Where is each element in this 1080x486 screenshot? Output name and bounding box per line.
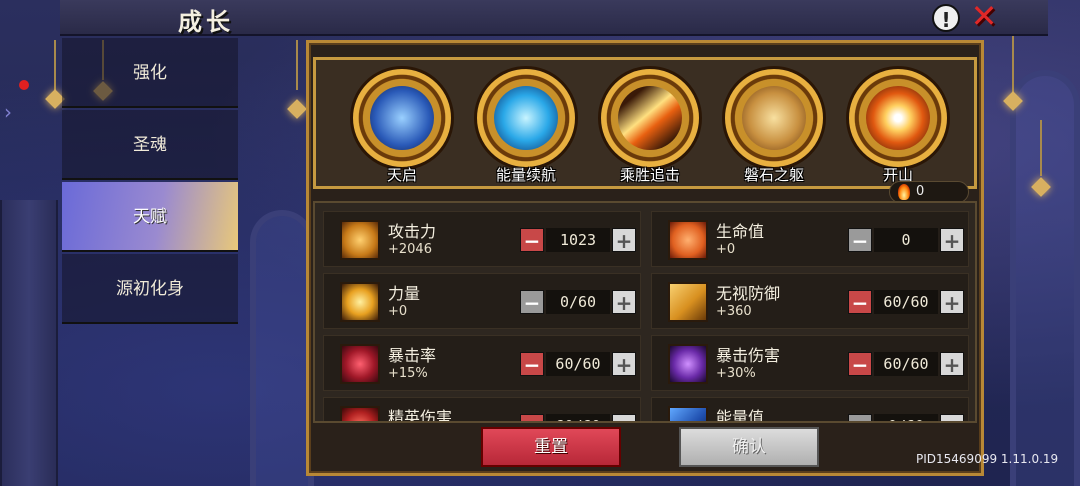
confirm-button[interactable]: 确认 [679,427,819,467]
flame-icon [898,184,910,200]
sidebar-item-enhance[interactable]: 强化 [62,38,238,108]
hp-value: 0 [874,228,938,252]
attack-plus-button[interactable]: + [612,228,636,253]
stat-row-energy: 能量值 − 0/60 + [651,397,969,421]
burst-icon [340,282,380,322]
notification-dot [19,80,29,90]
ignore-defense-value: 60/60 [874,290,938,314]
skill-energy-sustain[interactable]: 能量续航 [470,66,582,190]
skill-fire-burst-icon [866,86,930,150]
crit-rate-value: 60/60 [546,352,610,376]
elite-damage-minus-button[interactable]: − [520,414,544,421]
talent-panel: 天启 能量续航 乘胜追击 磐石之躯 开山 0 攻击力 +2046 − 1023 … [306,40,984,476]
crit-damage-value: 60/60 [874,352,938,376]
attack-value: 1023 [546,228,610,252]
info-button[interactable]: ! [932,4,960,32]
skill-fire-slash-icon [618,86,682,150]
stat-row-hp: 生命值 +0 − 0 + [651,211,969,267]
close-button[interactable]: ✕ [968,0,1000,32]
page-title: 成长 [178,8,234,36]
crit-damage-minus-button[interactable]: − [848,352,872,377]
energy-plus-button[interactable]: + [940,414,964,421]
sidebar-item-holy-soul[interactable]: 圣魂 [62,110,238,180]
crit-rate-minus-button[interactable]: − [520,352,544,377]
pillar [0,200,58,486]
sword-icon [340,220,380,260]
hanging-lamp [287,99,307,119]
purple-vortex-icon [668,344,708,384]
sidebar: 强化 圣魂 天赋 源初化身 [62,38,238,328]
version-label: PID15469099 1.11.0.19 [916,452,1059,466]
skill-pursuit[interactable]: 乘胜追击 [594,66,706,190]
demon-icon [340,406,380,421]
reset-button[interactable]: 重置 [481,427,621,467]
stat-row-crit-damage: 暴击伤害 +30% − 60/60 + [651,335,969,391]
stat-row-elite-damage: 精英伤害 − 60/60 + [323,397,641,421]
hp-minus-button[interactable]: − [848,228,872,253]
close-icon: ✕ [970,0,998,35]
strength-minus-button[interactable]: − [520,290,544,315]
skill-rock-body[interactable]: 磐石之躯 [718,66,830,190]
window-arch [250,210,314,486]
skill-open-mountain[interactable]: 开山 [842,66,954,190]
skill-cyan-orb-icon [494,86,558,150]
talent-points-badge: 0 [889,181,969,203]
skill-tianqi[interactable]: 天启 [346,66,458,190]
exclamation-icon: ! [941,8,951,32]
stat-list[interactable]: 攻击力 +2046 − 1023 + 生命值 +0 − 0 + 力量 +0 − … [313,201,977,423]
attack-minus-button[interactable]: − [520,228,544,253]
energy-minus-button[interactable]: − [848,414,872,421]
skill-stone-statue-icon [742,86,806,150]
crit-rate-plus-button[interactable]: + [612,352,636,377]
strength-value: 0/60 [546,290,610,314]
stat-row-attack: 攻击力 +2046 − 1023 + [323,211,641,267]
stat-row-crit-rate: 暴击率 +15% − 60/60 + [323,335,641,391]
skill-strip: 天启 能量续航 乘胜追击 磐石之躯 开山 [313,57,977,189]
ignore-defense-minus-button[interactable]: − [848,290,872,315]
elite-damage-plus-button[interactable]: + [612,414,636,421]
elite-damage-value: 60/60 [546,414,610,421]
energy-value: 0/60 [874,414,938,421]
window-arch [1010,70,1080,486]
stat-row-ignore-defense: 无视防御 +360 − 60/60 + [651,273,969,329]
skill-blue-figure-icon [370,86,434,150]
strength-plus-button[interactable]: + [612,290,636,315]
lightning-icon [668,406,708,421]
ignore-defense-plus-button[interactable]: + [940,290,964,315]
chevron-right-icon[interactable]: › [4,100,12,124]
crit-damage-plus-button[interactable]: + [940,352,964,377]
crimson-swirl-icon [340,344,380,384]
top-bar: 成长 [60,0,1048,36]
heart-plus-icon [668,220,708,260]
broken-shield-icon [668,282,708,322]
hp-plus-button[interactable]: + [940,228,964,253]
sidebar-item-origin-avatar[interactable]: 源初化身 [62,254,238,324]
stat-row-strength: 力量 +0 − 0/60 + [323,273,641,329]
sidebar-item-talent[interactable]: 天赋 [62,182,238,252]
